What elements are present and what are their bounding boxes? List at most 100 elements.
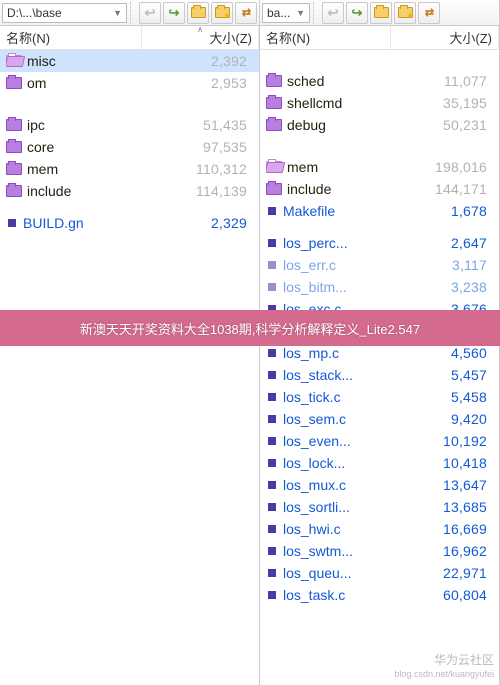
list-item[interactable]: los_stack...5,457	[260, 364, 499, 386]
swap-button[interactable]: ⇄	[418, 2, 440, 24]
list-item[interactable]: los_sortli...13,685	[260, 496, 499, 518]
list-item[interactable]: mem110,312	[0, 158, 259, 180]
arrow-left-icon: ↩	[328, 5, 339, 21]
list-item[interactable]: los_lock...10,418	[260, 452, 499, 474]
item-size: 60,804	[392, 587, 495, 603]
file-icon	[268, 547, 276, 555]
forward-button[interactable]: ↪	[163, 2, 185, 24]
list-item[interactable]: los_swtm...16,962	[260, 540, 499, 562]
item-size: 51,435	[143, 117, 255, 133]
item-size: 4,560	[392, 345, 495, 361]
item-name: debug	[266, 117, 392, 133]
right-column-header: 名称(N) 大小(Z)	[260, 26, 499, 50]
item-size: 3,117	[392, 257, 495, 273]
folder-icon	[266, 183, 282, 195]
list-item[interactable]: los_queu...22,971	[260, 562, 499, 584]
list-item[interactable]: core97,535	[0, 136, 259, 158]
back-button[interactable]: ↩	[139, 2, 161, 24]
list-item[interactable]: sched11,077	[260, 70, 499, 92]
sort-asc-icon: ∧	[197, 25, 203, 34]
list-item[interactable]: include114,139	[0, 180, 259, 202]
item-name: los_perc...	[266, 235, 392, 251]
item-name: ipc	[6, 117, 143, 133]
list-item[interactable]: los_tick.c5,458	[260, 386, 499, 408]
watermark: 华为云社区 blog.csdn.net/kuangyufei	[394, 653, 494, 681]
item-name: los_even...	[266, 433, 392, 449]
left-path-input[interactable]: D:\...\base ▼	[2, 3, 127, 23]
item-name: los_bitm...	[266, 279, 392, 295]
right-file-list[interactable]: sched11,077shellcmd35,195debug50,231mem1…	[260, 50, 499, 685]
list-item[interactable]: include144,171	[260, 178, 499, 200]
list-item[interactable]: los_task.c60,804	[260, 584, 499, 606]
column-size[interactable]: 大小(Z)	[391, 26, 499, 49]
item-name: los_lock...	[266, 455, 392, 471]
column-size[interactable]: ∧ 大小(Z)	[142, 26, 259, 49]
list-item[interactable]: los_err.c3,117	[260, 254, 499, 276]
path-text: D:\...\base	[7, 6, 62, 20]
item-size: 22,971	[392, 565, 495, 581]
list-item[interactable]: Makefile1,678	[260, 200, 499, 222]
item-name: los_sem.c	[266, 411, 392, 427]
separator	[130, 2, 136, 24]
list-item[interactable]: BUILD.gn2,329	[0, 212, 259, 234]
left-file-list[interactable]: misc2,392om2,953ipc51,435core97,535mem11…	[0, 50, 259, 685]
file-icon	[268, 283, 276, 291]
back-button[interactable]: ↩	[322, 2, 344, 24]
item-name: los_mp.c	[266, 345, 392, 361]
file-icon	[268, 239, 276, 247]
list-item[interactable]: los_sem.c9,420	[260, 408, 499, 430]
item-size: 9,420	[392, 411, 495, 427]
swap-icon: ⇄	[242, 6, 250, 19]
file-icon	[268, 481, 276, 489]
item-size: 3,238	[392, 279, 495, 295]
open-folder-button[interactable]	[370, 2, 392, 24]
item-size: 144,171	[392, 181, 495, 197]
item-name: core	[6, 139, 143, 155]
item-size: 13,685	[392, 499, 495, 515]
file-icon	[268, 525, 276, 533]
item-size: 198,016	[392, 159, 495, 175]
favorites-button[interactable]	[394, 2, 416, 24]
list-item[interactable]: los_even...10,192	[260, 430, 499, 452]
file-icon	[268, 371, 276, 379]
overlay-banner: 新澳天天开奖资料大全1038期,科学分析解释定义_Lite2.547	[0, 310, 500, 346]
item-size: 110,312	[143, 161, 255, 177]
item-size: 114,139	[143, 183, 255, 199]
favorites-button[interactable]	[211, 2, 233, 24]
item-size: 5,458	[392, 389, 495, 405]
list-item[interactable]: debug50,231	[260, 114, 499, 136]
chevron-down-icon: ▼	[296, 8, 305, 18]
list-item[interactable]: shellcmd35,195	[260, 92, 499, 114]
file-icon	[268, 393, 276, 401]
item-name: Makefile	[266, 203, 392, 219]
file-icon	[268, 459, 276, 467]
list-item[interactable]: los_bitm...3,238	[260, 276, 499, 298]
list-item[interactable]: los_hwi.c16,669	[260, 518, 499, 540]
column-name[interactable]: 名称(N)	[260, 26, 391, 49]
item-size: 5,457	[392, 367, 495, 383]
forward-button[interactable]: ↪	[346, 2, 368, 24]
list-item[interactable]: mem198,016	[260, 156, 499, 178]
item-name: misc	[6, 53, 143, 69]
item-name: include	[266, 181, 392, 197]
arrow-left-icon: ↩	[145, 5, 156, 21]
item-name: mem	[266, 159, 392, 175]
open-folder-button[interactable]	[187, 2, 209, 24]
list-item[interactable]: ipc51,435	[0, 114, 259, 136]
list-item[interactable]: los_mux.c13,647	[260, 474, 499, 496]
folder-icon	[6, 119, 22, 131]
list-item[interactable]: los_perc...2,647	[260, 232, 499, 254]
right-toolbar: ba... ▼ ↩ ↪ ⇄	[260, 0, 499, 26]
list-item[interactable]: misc2,392	[0, 50, 259, 72]
item-name: los_swtm...	[266, 543, 392, 559]
right-path-input[interactable]: ba... ▼	[262, 3, 310, 23]
folder-icon	[266, 75, 282, 87]
item-name: los_sortli...	[266, 499, 392, 515]
list-item[interactable]: om2,953	[0, 72, 259, 94]
item-name: BUILD.gn	[6, 215, 143, 231]
swap-button[interactable]: ⇄	[235, 2, 257, 24]
folder-open-icon	[6, 55, 22, 67]
left-column-header: 名称(N) ∧ 大小(Z)	[0, 26, 259, 50]
column-name[interactable]: 名称(N)	[0, 26, 142, 49]
item-size: 16,962	[392, 543, 495, 559]
